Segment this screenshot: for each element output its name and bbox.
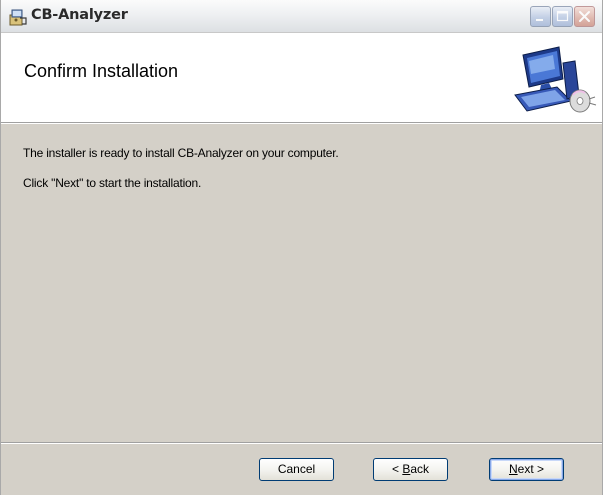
close-icon xyxy=(579,11,590,22)
header-banner: Confirm Installation xyxy=(1,33,602,122)
next-button-label: Next > xyxy=(508,462,545,476)
computer-setup-icon xyxy=(514,46,597,113)
title-bar[interactable]: CB-Analyzer xyxy=(1,0,602,33)
dialog-body: The installer is ready to install CB-Ana… xyxy=(1,124,602,442)
page-title: Confirm Installation xyxy=(24,61,179,81)
cancel-button-label: Cancel xyxy=(277,462,316,476)
minimize-button[interactable] xyxy=(530,6,551,27)
ready-message: The installer is ready to install CB-Ana… xyxy=(23,146,339,160)
installer-app-icon xyxy=(9,9,27,26)
window-title: CB-Analyzer xyxy=(31,7,128,23)
maximize-button[interactable] xyxy=(552,6,573,27)
cancel-button[interactable]: Cancel xyxy=(259,458,334,481)
maximize-icon xyxy=(556,10,569,22)
back-button-label: < Back xyxy=(391,462,430,476)
close-button[interactable] xyxy=(574,6,595,27)
next-button[interactable]: Next > xyxy=(489,458,564,481)
minimize-icon xyxy=(536,19,543,21)
instruction-message: Click "Next" to start the installation. xyxy=(23,176,202,190)
button-bar: Cancel < Back Next > xyxy=(1,444,602,495)
back-button[interactable]: < Back xyxy=(373,458,448,481)
installer-window: CB-Analyzer Confirm Installation The ins… xyxy=(0,0,603,495)
